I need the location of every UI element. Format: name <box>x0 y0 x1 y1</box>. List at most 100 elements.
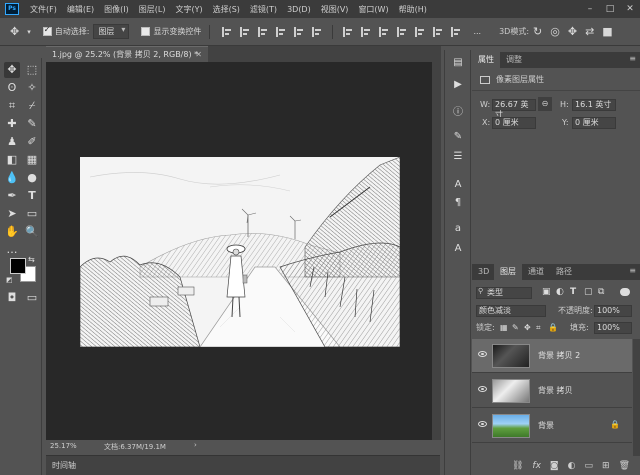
menu-filter[interactable]: 滤镜(T) <box>245 4 282 15</box>
document-info[interactable]: 文档:6.37M/19.1M <box>104 442 166 452</box>
pen-tool-icon[interactable]: ✒ <box>4 188 20 204</box>
paragraph-panel-icon[interactable]: ¶ <box>451 196 465 210</box>
align-middle-icon[interactable] <box>294 26 304 37</box>
brush-settings-icon[interactable]: ☰ <box>451 150 465 164</box>
3d-rotate-icon[interactable]: ↻ <box>533 25 542 38</box>
tab-channels[interactable]: 通道 <box>522 264 550 280</box>
menu-layer[interactable]: 图层(L) <box>134 4 171 15</box>
layer-name[interactable]: 背景 拷贝 2 <box>538 350 580 361</box>
auto-align-icon[interactable] <box>451 26 461 37</box>
lock-artboard-icon[interactable]: ⌗ <box>536 323 541 333</box>
distribute-left-icon[interactable] <box>397 26 407 37</box>
distribute-right-icon[interactable] <box>433 26 443 37</box>
character-panel-icon[interactable]: A <box>451 178 465 192</box>
menu-image[interactable]: 图像(I) <box>99 4 134 15</box>
lock-all-icon[interactable]: 🔒 <box>548 323 558 332</box>
quick-mask-icon[interactable]: ◘ <box>4 290 20 306</box>
canvas-image[interactable] <box>80 157 400 347</box>
panel-menu-icon[interactable]: ≡ <box>629 54 636 63</box>
chevron-down-icon[interactable]: ▾ <box>27 28 31 36</box>
align-bottom-icon[interactable] <box>312 26 322 37</box>
distribute-bottom-icon[interactable] <box>379 26 389 37</box>
layer-row-background-copy[interactable]: 背景 拷贝 <box>472 374 632 408</box>
3d-slide-icon[interactable]: ⇄ <box>585 25 594 38</box>
marquee-tool-icon[interactable]: ⬚ <box>24 62 40 78</box>
x-field[interactable]: 0 厘米 <box>492 117 536 129</box>
layer-row-background-copy-2[interactable]: 背景 拷贝 2 <box>472 339 632 373</box>
move-tool-icon[interactable]: ✥ <box>10 25 19 38</box>
menu-type[interactable]: 文字(Y) <box>170 4 207 15</box>
menu-edit[interactable]: 编辑(E) <box>62 4 99 15</box>
layer-row-background[interactable]: 背景 🔒 <box>472 409 632 443</box>
glyphs-panel-icon[interactable]: a <box>451 222 465 236</box>
distribute-top-icon[interactable] <box>343 26 353 37</box>
tab-3d[interactable]: 3D <box>472 264 495 280</box>
healing-brush-tool-icon[interactable]: ✚ <box>4 116 20 132</box>
swap-colors-icon[interactable]: ⇆ <box>28 255 35 264</box>
align-center-icon[interactable] <box>240 26 250 37</box>
auto-select-target-dropdown[interactable]: 图层 <box>93 24 130 39</box>
filter-shape-icon[interactable]: ▢ <box>584 287 593 297</box>
eyedropper-tool-icon[interactable]: ⌿ <box>24 98 40 114</box>
default-colors-icon[interactable]: ◩ <box>6 276 13 284</box>
3d-roll-icon[interactable]: ◎ <box>550 25 560 38</box>
y-field[interactable]: 0 厘米 <box>572 117 616 129</box>
history-brush-tool-icon[interactable]: ✐ <box>24 134 40 150</box>
layers-panel-menu-icon[interactable]: ≡ <box>629 266 636 275</box>
menu-view[interactable]: 视图(V) <box>316 4 354 15</box>
layer-name[interactable]: 背景 拷贝 <box>538 385 573 396</box>
lock-position-icon[interactable]: ✥ <box>524 323 531 332</box>
maximize-button[interactable]: □ <box>600 4 620 14</box>
width-field[interactable]: 26.67 英寸 <box>492 99 536 119</box>
eye-icon[interactable] <box>478 386 487 392</box>
filter-smart-object-icon[interactable]: ⧉ <box>598 287 604 297</box>
eye-icon[interactable] <box>478 351 487 357</box>
filter-type-icon[interactable]: T <box>570 287 576 297</box>
blur-tool-icon[interactable]: 💧 <box>4 170 20 186</box>
align-left-icon[interactable] <box>222 26 232 37</box>
timeline-panel-tab[interactable]: 时间轴 <box>46 455 440 475</box>
foreground-color-swatch-top[interactable] <box>10 258 26 274</box>
new-layer-icon[interactable]: ⊞ <box>602 461 610 471</box>
eraser-tool-icon[interactable]: ◧ <box>4 152 20 168</box>
auto-select-checkbox[interactable]: 自动选择: <box>42 25 89 37</box>
filter-toggle-icon[interactable] <box>620 288 630 296</box>
brushes-panel-icon[interactable]: ✎ <box>451 130 465 144</box>
zoom-tool-icon[interactable]: 🔍 <box>24 224 40 240</box>
crop-tool-icon[interactable]: ⌗ <box>4 98 20 114</box>
layer-name[interactable]: 背景 <box>538 420 554 431</box>
distribute-vcenter-icon[interactable] <box>361 26 371 37</box>
eye-icon[interactable] <box>478 421 487 427</box>
opacity-field[interactable]: 100% <box>594 305 632 317</box>
filter-adjustment-icon[interactable]: ◐ <box>556 287 564 297</box>
close-button[interactable]: ✕ <box>620 4 640 14</box>
close-tab-icon[interactable]: ✕ <box>195 47 202 62</box>
show-transform-checkbox[interactable]: 显示变换控件 <box>141 26 201 37</box>
height-field[interactable]: 16.1 英寸 <box>572 99 616 111</box>
align-top-icon[interactable] <box>276 26 286 37</box>
dodge-tool-icon[interactable]: ● <box>24 170 40 186</box>
magic-wand-tool-icon[interactable]: ✧ <box>24 80 40 96</box>
link-dimensions-icon[interactable]: ⊖ <box>538 97 552 111</box>
type-tool-icon[interactable]: T <box>24 188 40 204</box>
brush-tool-icon[interactable]: ✎ <box>24 116 40 132</box>
lasso-tool-icon[interactable]: ʘ <box>4 80 20 96</box>
actions-panel-icon[interactable]: ▶ <box>451 78 465 92</box>
lock-image-icon[interactable]: ✎ <box>512 323 519 332</box>
folder-icon[interactable]: ▭ <box>585 461 594 471</box>
status-menu-arrow[interactable]: › <box>194 441 197 449</box>
fx-icon[interactable]: fx <box>532 461 541 471</box>
path-selection-tool-icon[interactable]: ➤ <box>4 206 20 222</box>
gradient-tool-icon[interactable]: ▦ <box>24 152 40 168</box>
filter-pixel-icon[interactable]: ▣ <box>542 287 551 297</box>
move-tool-icon[interactable]: ✥ <box>4 62 20 78</box>
info-panel-icon[interactable]: ⓘ <box>451 106 465 120</box>
clone-stamp-tool-icon[interactable]: ♟ <box>4 134 20 150</box>
more-options-button[interactable]: ... <box>473 27 481 36</box>
tab-paths[interactable]: 路径 <box>550 264 578 280</box>
fill-field[interactable]: 100% <box>594 322 632 334</box>
tab-properties[interactable]: 属性 <box>472 52 500 68</box>
distribute-hcenter-icon[interactable] <box>415 26 425 37</box>
align-right-icon[interactable] <box>258 26 268 37</box>
layers-scrollbar[interactable] <box>633 339 640 456</box>
